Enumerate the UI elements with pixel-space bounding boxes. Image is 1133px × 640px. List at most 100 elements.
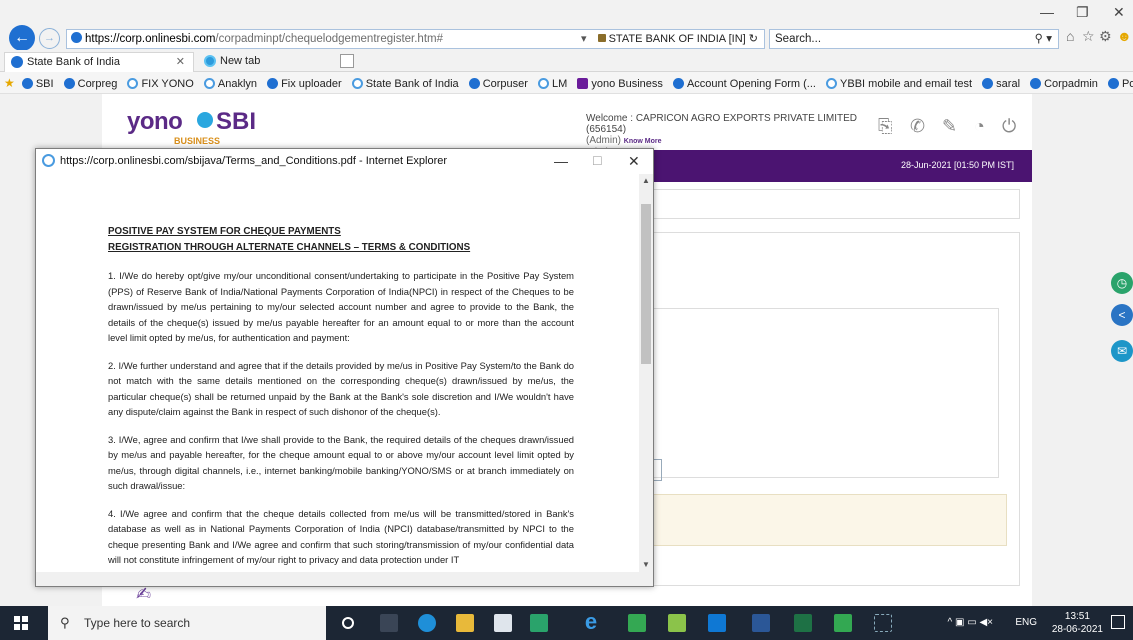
smiley-feedback-icon[interactable]: ☻ [1117, 28, 1132, 44]
close-tab-icon[interactable]: ✕ [176, 53, 185, 71]
mail-icon[interactable] [494, 614, 512, 632]
restore-window-button[interactable]: ❐ [1076, 4, 1089, 21]
favorite-link[interactable]: Fix uploader [267, 73, 342, 93]
outlook-icon[interactable] [708, 614, 726, 632]
favorite-link[interactable]: Corpuser [468, 73, 528, 93]
file-explorer-icon[interactable] [456, 614, 474, 632]
sbi-icon [1030, 78, 1042, 89]
windows-taskbar: ⚲ Type here to search e ^ ▣ ▭ ◀× ENG 13:… [0, 606, 1133, 640]
back-button[interactable]: ← [9, 25, 35, 51]
tab-new-tab[interactable]: New tab [198, 52, 336, 72]
popup-title-bar[interactable]: https://corp.onlinesbi.com/sbijava/Terms… [36, 149, 653, 173]
search-input[interactable]: Search... ⚲ ▾ [769, 29, 1059, 49]
ie-page-icon [127, 78, 139, 89]
chat-icon[interactable]: ◔ [974, 116, 985, 137]
edge-browser-icon[interactable] [418, 614, 436, 632]
yono-logo[interactable]: yono [127, 108, 183, 136]
favorite-link[interactable]: SBI [21, 73, 54, 93]
forward-button[interactable]: → [39, 28, 60, 49]
minimize-window-button[interactable]: — [1040, 4, 1054, 20]
favorite-link[interactable]: Account Opening Form (... [672, 73, 816, 93]
network-app-icon[interactable] [874, 614, 892, 632]
terms-paragraph-1: 1. I/We do hereby opt/give my/our uncond… [108, 270, 574, 343]
favorite-link[interactable]: yono Business [577, 73, 663, 93]
clock-time: 13:51 [1064, 611, 1090, 622]
doc-heading-1: POSITIVE PAY SYSTEM FOR CHEQUE PAYMENTS [108, 226, 341, 237]
address-bar-row: — ❐ ✕ ← → https://corp.onlinesbi.com/cor… [0, 0, 1133, 51]
power-logout-icon[interactable]: ⏻ [1002, 116, 1016, 137]
tab-state-bank[interactable]: State Bank of India ✕ [4, 52, 194, 72]
sbi-logo-icon [197, 112, 213, 128]
favorite-link[interactable]: Positive pay Saral [1107, 73, 1133, 93]
clock-date: 28-06-2021 [1051, 624, 1103, 635]
terms-paragraph-2: 2. I/We further understand and agree tha… [108, 359, 574, 418]
favorite-link[interactable]: Corpadmin [1030, 73, 1098, 93]
app-icon[interactable] [834, 614, 852, 632]
address-bar[interactable]: https://corp.onlinesbi.com/corpadminpt/c… [66, 29, 765, 49]
tray-icons[interactable]: ^ ▣ ▭ ◀× [948, 617, 993, 628]
word-icon[interactable] [752, 614, 770, 632]
favorite-link[interactable]: Corpreg [63, 73, 117, 93]
add-favorite-icon[interactable]: ★ [4, 72, 15, 93]
document-edit-icon[interactable]: ✍ [136, 584, 151, 605]
whatsapp-side-icon[interactable]: ◷ [1111, 272, 1133, 294]
ie-page-icon [538, 78, 550, 89]
site-identity[interactable]: STATE BANK OF INDIA [IN] [609, 33, 746, 45]
share-side-icon[interactable]: < [1111, 304, 1133, 326]
favorite-link[interactable]: State Bank of India [351, 73, 459, 93]
search-icon[interactable]: ⚲ ▾ [1035, 30, 1052, 48]
email-side-icon[interactable]: ✉ [1111, 340, 1133, 362]
terms-document: POSITIVE PAY SYSTEM FOR CHEQUE PAYMENTS … [108, 224, 574, 568]
favorite-link[interactable]: YBBI mobile and email test [826, 73, 972, 93]
internet-explorer-icon[interactable]: e [582, 611, 600, 633]
refresh-icon[interactable]: ↻ [749, 33, 758, 45]
pdf-document-area[interactable]: POSITIVE PAY SYSTEM FOR CHEQUE PAYMENTS … [36, 174, 638, 572]
notice-box [650, 494, 1007, 546]
cortana-icon[interactable] [342, 617, 354, 629]
language-indicator[interactable]: ENG [1015, 617, 1037, 628]
address-dropdown-icon[interactable]: ▾ [581, 33, 587, 45]
scroll-down-arrow-icon[interactable]: ▼ [642, 560, 650, 569]
favorite-link[interactable]: Anaklyn [203, 73, 257, 93]
popup-maximize-button[interactable]: ☐ [592, 149, 603, 173]
role-label: (Admin) [586, 135, 622, 146]
scroll-up-arrow-icon[interactable]: ▲ [642, 176, 650, 185]
date-time: 28-Jun-2021 [01:50 PM IST] [900, 160, 1014, 170]
padlock-icon[interactable] [597, 34, 606, 42]
task-view-icon[interactable] [380, 614, 398, 632]
home-icon[interactable]: ⌂ [1066, 28, 1074, 44]
vertical-scrollbar[interactable]: ▲ ▼ [639, 174, 653, 572]
logo-business-label: BUSINESS [174, 136, 221, 146]
popup-minimize-button[interactable]: — [554, 149, 568, 173]
terms-paragraph-4: 4. I/We agree and confirm that the chequ… [108, 507, 574, 566]
sbi-icon [468, 78, 480, 89]
phone-icon[interactable]: ✆ [910, 116, 925, 137]
app-icon[interactable] [628, 614, 646, 632]
ie-page-icon [351, 78, 363, 89]
favorites-star-icon[interactable]: ☆ [1082, 28, 1095, 45]
image-app-icon[interactable] [668, 614, 686, 632]
close-window-button[interactable]: ✕ [1113, 4, 1125, 21]
new-tab-button[interactable] [340, 54, 354, 68]
form-panel [652, 308, 999, 478]
favorite-link[interactable]: FIX YONO [127, 73, 194, 93]
excel-icon[interactable] [794, 614, 812, 632]
popup-close-button[interactable]: ✕ [628, 149, 640, 173]
know-more-link[interactable]: Know More [624, 138, 662, 145]
clock[interactable]: 13:51 28-06-2021 [1052, 610, 1103, 636]
green-app-icon[interactable] [530, 614, 548, 632]
tab-label: State Bank of India [27, 56, 120, 68]
taskbar-search-input[interactable]: ⚲ Type here to search [48, 606, 326, 640]
settings-gear-icon[interactable]: ⚙ [1099, 28, 1112, 45]
scrollbar-thumb[interactable] [641, 204, 651, 364]
notification-icon[interactable] [1111, 615, 1125, 629]
start-windows-icon[interactable] [14, 616, 28, 630]
user-switch-icon[interactable]: ⎘ [878, 116, 892, 137]
yono-business-icon [577, 78, 589, 89]
edit-note-icon[interactable]: ✎ [942, 116, 957, 137]
favorite-link[interactable]: saral [982, 73, 1020, 93]
sbi-icon [672, 78, 684, 89]
sbi-logo: SBI [197, 108, 256, 136]
favorite-link[interactable]: LM [538, 73, 567, 93]
tab-label: New tab [220, 55, 261, 67]
